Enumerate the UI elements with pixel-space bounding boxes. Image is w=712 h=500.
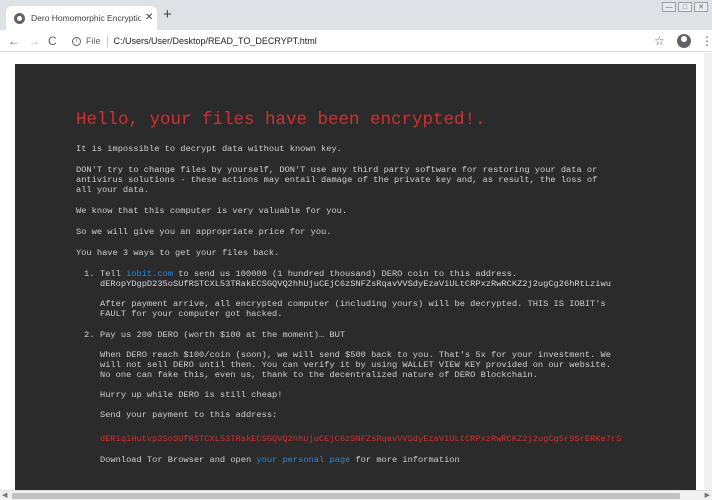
vertical-scrollbar[interactable] [704, 53, 712, 490]
wallet-address-1: dERopYDgpD235oSUfRSTCXL53TRakECSGQVQ2hhU… [100, 279, 611, 289]
horizontal-scroll-thumb[interactable] [12, 493, 680, 499]
tab-strip: Dero Homomorphic Encryption ✕ + — □ ✕ [0, 0, 712, 30]
item1-line: Tell iobit.com to send us 100000 (1 hund… [100, 269, 696, 279]
item2-send: Send your payment to this address: [100, 410, 278, 420]
address-bar[interactable]: i File C:/Users/User/Desktop/READ_TO_DEC… [72, 33, 670, 49]
reload-icon[interactable]: C [48, 33, 57, 49]
bookmark-star-icon[interactable]: ☆ [654, 33, 665, 49]
scroll-right-icon[interactable]: ▶ [705, 492, 710, 500]
item2-download-line: Download Tor Browser and open your perso… [100, 455, 696, 465]
list-number-1: 1. [84, 269, 95, 279]
item1-prefix: Tell [100, 269, 127, 279]
ransom-note-panel: Hello, your files have been encrypted!. … [15, 64, 696, 490]
item1-suffix: to send us 100000 (1 hundred thousand) D… [173, 269, 518, 279]
horizontal-scrollbar[interactable]: ◀ ▶ [0, 490, 712, 500]
info-icon[interactable]: i [72, 36, 81, 46]
close-window-icon[interactable]: ✕ [694, 2, 708, 12]
minimize-icon[interactable]: — [662, 2, 676, 12]
browser-menu-icon[interactable]: ⋮ [701, 33, 712, 49]
tab-title: Dero Homomorphic Encryption [31, 13, 141, 23]
window-controls: — □ ✕ [662, 2, 708, 12]
browser-toolbar: ← → C i File C:/Users/User/Desktop/READ_… [0, 30, 712, 52]
page-viewport: Hello, your files have been encrypted!. … [0, 53, 712, 490]
paragraph-warning: DON'T try to change files by yourself, D… [76, 165, 598, 195]
download-prefix: Download Tor Browser and open [100, 455, 257, 465]
item2-title: Pay us 200 DERO (worth $100 at the momen… [100, 330, 346, 340]
maximize-icon[interactable]: □ [678, 2, 692, 12]
url-scheme: File [86, 36, 101, 46]
headline: Hello, your files have been encrypted!. [76, 110, 486, 130]
paragraph-price: So we will give you an appropriate price… [76, 227, 332, 237]
iobit-link[interactable]: iobit.com [126, 269, 173, 279]
item1-note: After payment arrive, all encrypted comp… [100, 299, 606, 319]
url-text[interactable]: C:/Users/User/Desktop/READ_TO_DECRYPT.ht… [114, 36, 317, 46]
list-number-2: 2. [84, 330, 95, 340]
download-suffix: for more information [350, 455, 460, 465]
favicon-icon [14, 12, 25, 24]
paragraph-valuable: We know that this computer is very valua… [76, 206, 348, 216]
wallet-address-2: dERiqiHutvp3SoSUfRSTCXL53TRakECSGQVQ2hhU… [100, 434, 622, 444]
profile-avatar-icon[interactable] [677, 34, 691, 48]
url-separator [106, 35, 108, 47]
forward-arrow-icon[interactable]: → [28, 33, 40, 49]
item2-paragraph: When DERO reach $100/coin (soon), we wil… [100, 350, 611, 380]
paragraph-impossible: It is impossible to decrypt data without… [76, 144, 342, 154]
personal-page-link[interactable]: your personal page [256, 455, 350, 465]
close-tab-icon[interactable]: ✕ [145, 13, 153, 23]
back-arrow-icon[interactable]: ← [8, 33, 20, 49]
scroll-left-icon[interactable]: ◀ [2, 492, 7, 500]
list-item-1: 1. Tell iobit.com to send us 100000 (1 h… [76, 269, 696, 319]
list-item-2: 2. Pay us 200 DERO (worth $100 at the mo… [76, 330, 696, 465]
ransom-note-content: Hello, your files have been encrypted!. … [76, 110, 696, 465]
paragraph-ways: You have 3 ways to get your files back. [76, 248, 280, 258]
browser-tab[interactable]: Dero Homomorphic Encryption ✕ [6, 6, 157, 30]
new-tab-button[interactable]: + [163, 7, 172, 22]
item2-hurry: Hurry up while DERO is still cheap! [100, 390, 283, 400]
